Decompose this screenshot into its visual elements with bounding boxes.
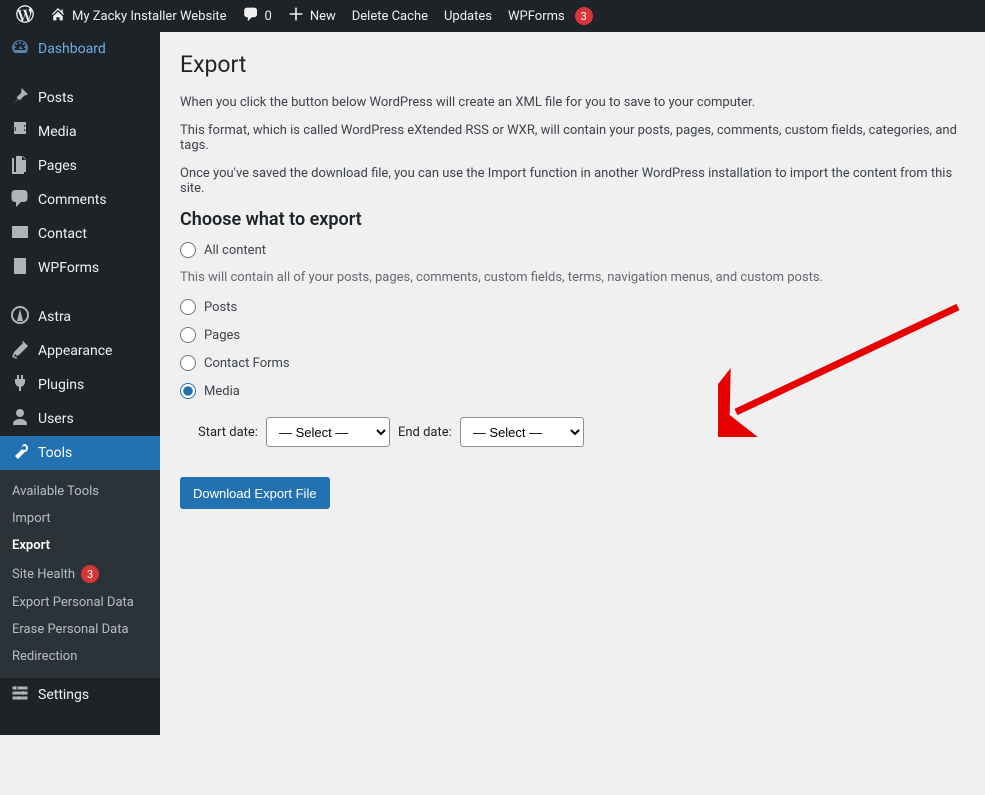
wp-logo-menu[interactable]: [8, 0, 42, 32]
menu-comments[interactable]: Comments: [0, 183, 160, 217]
radio-posts[interactable]: [180, 299, 196, 315]
wordpress-icon: [16, 5, 34, 27]
sub-export[interactable]: Export: [0, 532, 160, 559]
intro-p2: This format, which is called WordPress e…: [180, 123, 965, 153]
pages-icon: [10, 154, 30, 178]
option-all-content: All content: [180, 242, 965, 258]
intro-p3: Once you've saved the download file, you…: [180, 166, 965, 196]
wpforms-link[interactable]: WPForms 3: [500, 0, 601, 32]
plug-icon: [10, 373, 30, 397]
facebook-icon: [10, 732, 30, 756]
site-health-badge: 3: [81, 565, 99, 583]
sub-available-tools[interactable]: Available Tools: [0, 478, 160, 505]
comments-count: 0: [265, 9, 272, 24]
new-label: New: [310, 9, 336, 24]
all-content-desc: This will contain all of your posts, pag…: [180, 270, 965, 285]
sub-export-personal[interactable]: Export Personal Data: [0, 589, 160, 616]
home-icon: [50, 6, 66, 26]
updates-link[interactable]: Updates: [436, 0, 500, 32]
label-pages[interactable]: Pages: [204, 328, 240, 343]
menu-posts[interactable]: Posts: [0, 81, 160, 115]
pin-icon: [10, 86, 30, 110]
option-posts: Posts: [180, 299, 965, 315]
date-filters: Start date: — Select — End date: — Selec…: [198, 417, 965, 447]
sub-erase-personal[interactable]: Erase Personal Data: [0, 616, 160, 643]
media-icon: [10, 120, 30, 144]
collapse-icon: [10, 766, 30, 790]
option-media: Media: [180, 383, 965, 399]
wrench-icon: [10, 441, 30, 465]
option-contact-forms: Contact Forms: [180, 355, 965, 371]
sub-redirection[interactable]: Redirection: [0, 643, 160, 670]
dashboard-icon: [10, 37, 30, 61]
menu-astra[interactable]: Astra: [0, 300, 160, 334]
menu-appearance[interactable]: Appearance: [0, 334, 160, 368]
tools-submenu: Available Tools Import Export Site Healt…: [0, 470, 160, 678]
label-contact-forms[interactable]: Contact Forms: [204, 356, 290, 371]
sliders-icon: [10, 683, 30, 707]
radio-contact-forms[interactable]: [180, 355, 196, 371]
menu-plugins[interactable]: Plugins: [0, 368, 160, 402]
new-content-menu[interactable]: New: [280, 0, 344, 32]
sub-import[interactable]: Import: [0, 505, 160, 532]
comments-menu[interactable]: 0: [235, 0, 280, 32]
admin-menu: Dashboard Posts Media Pages Comments Con…: [0, 32, 160, 735]
brush-icon: [10, 339, 30, 363]
mail-icon: [10, 222, 30, 246]
label-posts[interactable]: Posts: [204, 300, 237, 315]
radio-pages[interactable]: [180, 327, 196, 343]
comments-icon: [10, 188, 30, 212]
label-all-content[interactable]: All content: [204, 243, 266, 258]
start-date-select[interactable]: — Select —: [266, 417, 390, 447]
end-date-select[interactable]: — Select —: [460, 417, 584, 447]
sub-site-health[interactable]: Site Health 3: [0, 559, 160, 589]
site-title: My Zacky Installer Website: [72, 9, 227, 24]
comment-icon: [243, 6, 259, 26]
menu-contact[interactable]: Contact: [0, 217, 160, 251]
menu-pages[interactable]: Pages: [0, 149, 160, 183]
menu-facebook-feed[interactable]: Facebook Feed: [0, 727, 160, 761]
menu-settings[interactable]: Settings: [0, 678, 160, 712]
site-name-menu[interactable]: My Zacky Installer Website: [42, 0, 235, 32]
label-media[interactable]: Media: [204, 384, 240, 399]
page-title: Export: [180, 42, 965, 82]
radio-all-content[interactable]: [180, 242, 196, 258]
collapse-menu[interactable]: Collapse menu: [0, 761, 160, 795]
menu-media[interactable]: Media: [0, 115, 160, 149]
end-date-label: End date:: [398, 425, 452, 440]
menu-dashboard[interactable]: Dashboard: [0, 32, 160, 66]
menu-wpforms[interactable]: WPForms: [0, 251, 160, 285]
radio-media[interactable]: [180, 383, 196, 399]
admin-toolbar: My Zacky Installer Website 0 New Delete …: [0, 0, 985, 32]
user-icon: [10, 407, 30, 431]
menu-tools[interactable]: Tools: [0, 436, 160, 470]
plus-icon: [288, 6, 304, 26]
start-date-label: Start date:: [198, 425, 258, 440]
intro-p1: When you click the button below WordPres…: [180, 95, 965, 110]
main-content: Export When you click the button below W…: [160, 32, 985, 735]
option-pages: Pages: [180, 327, 965, 343]
delete-cache-link[interactable]: Delete Cache: [344, 0, 436, 32]
choose-heading: Choose what to export: [180, 209, 965, 230]
wpforms-badge: 3: [575, 7, 593, 25]
menu-users[interactable]: Users: [0, 402, 160, 436]
astra-icon: [10, 305, 30, 329]
download-export-button[interactable]: Download Export File: [180, 477, 330, 509]
form-icon: [10, 256, 30, 280]
